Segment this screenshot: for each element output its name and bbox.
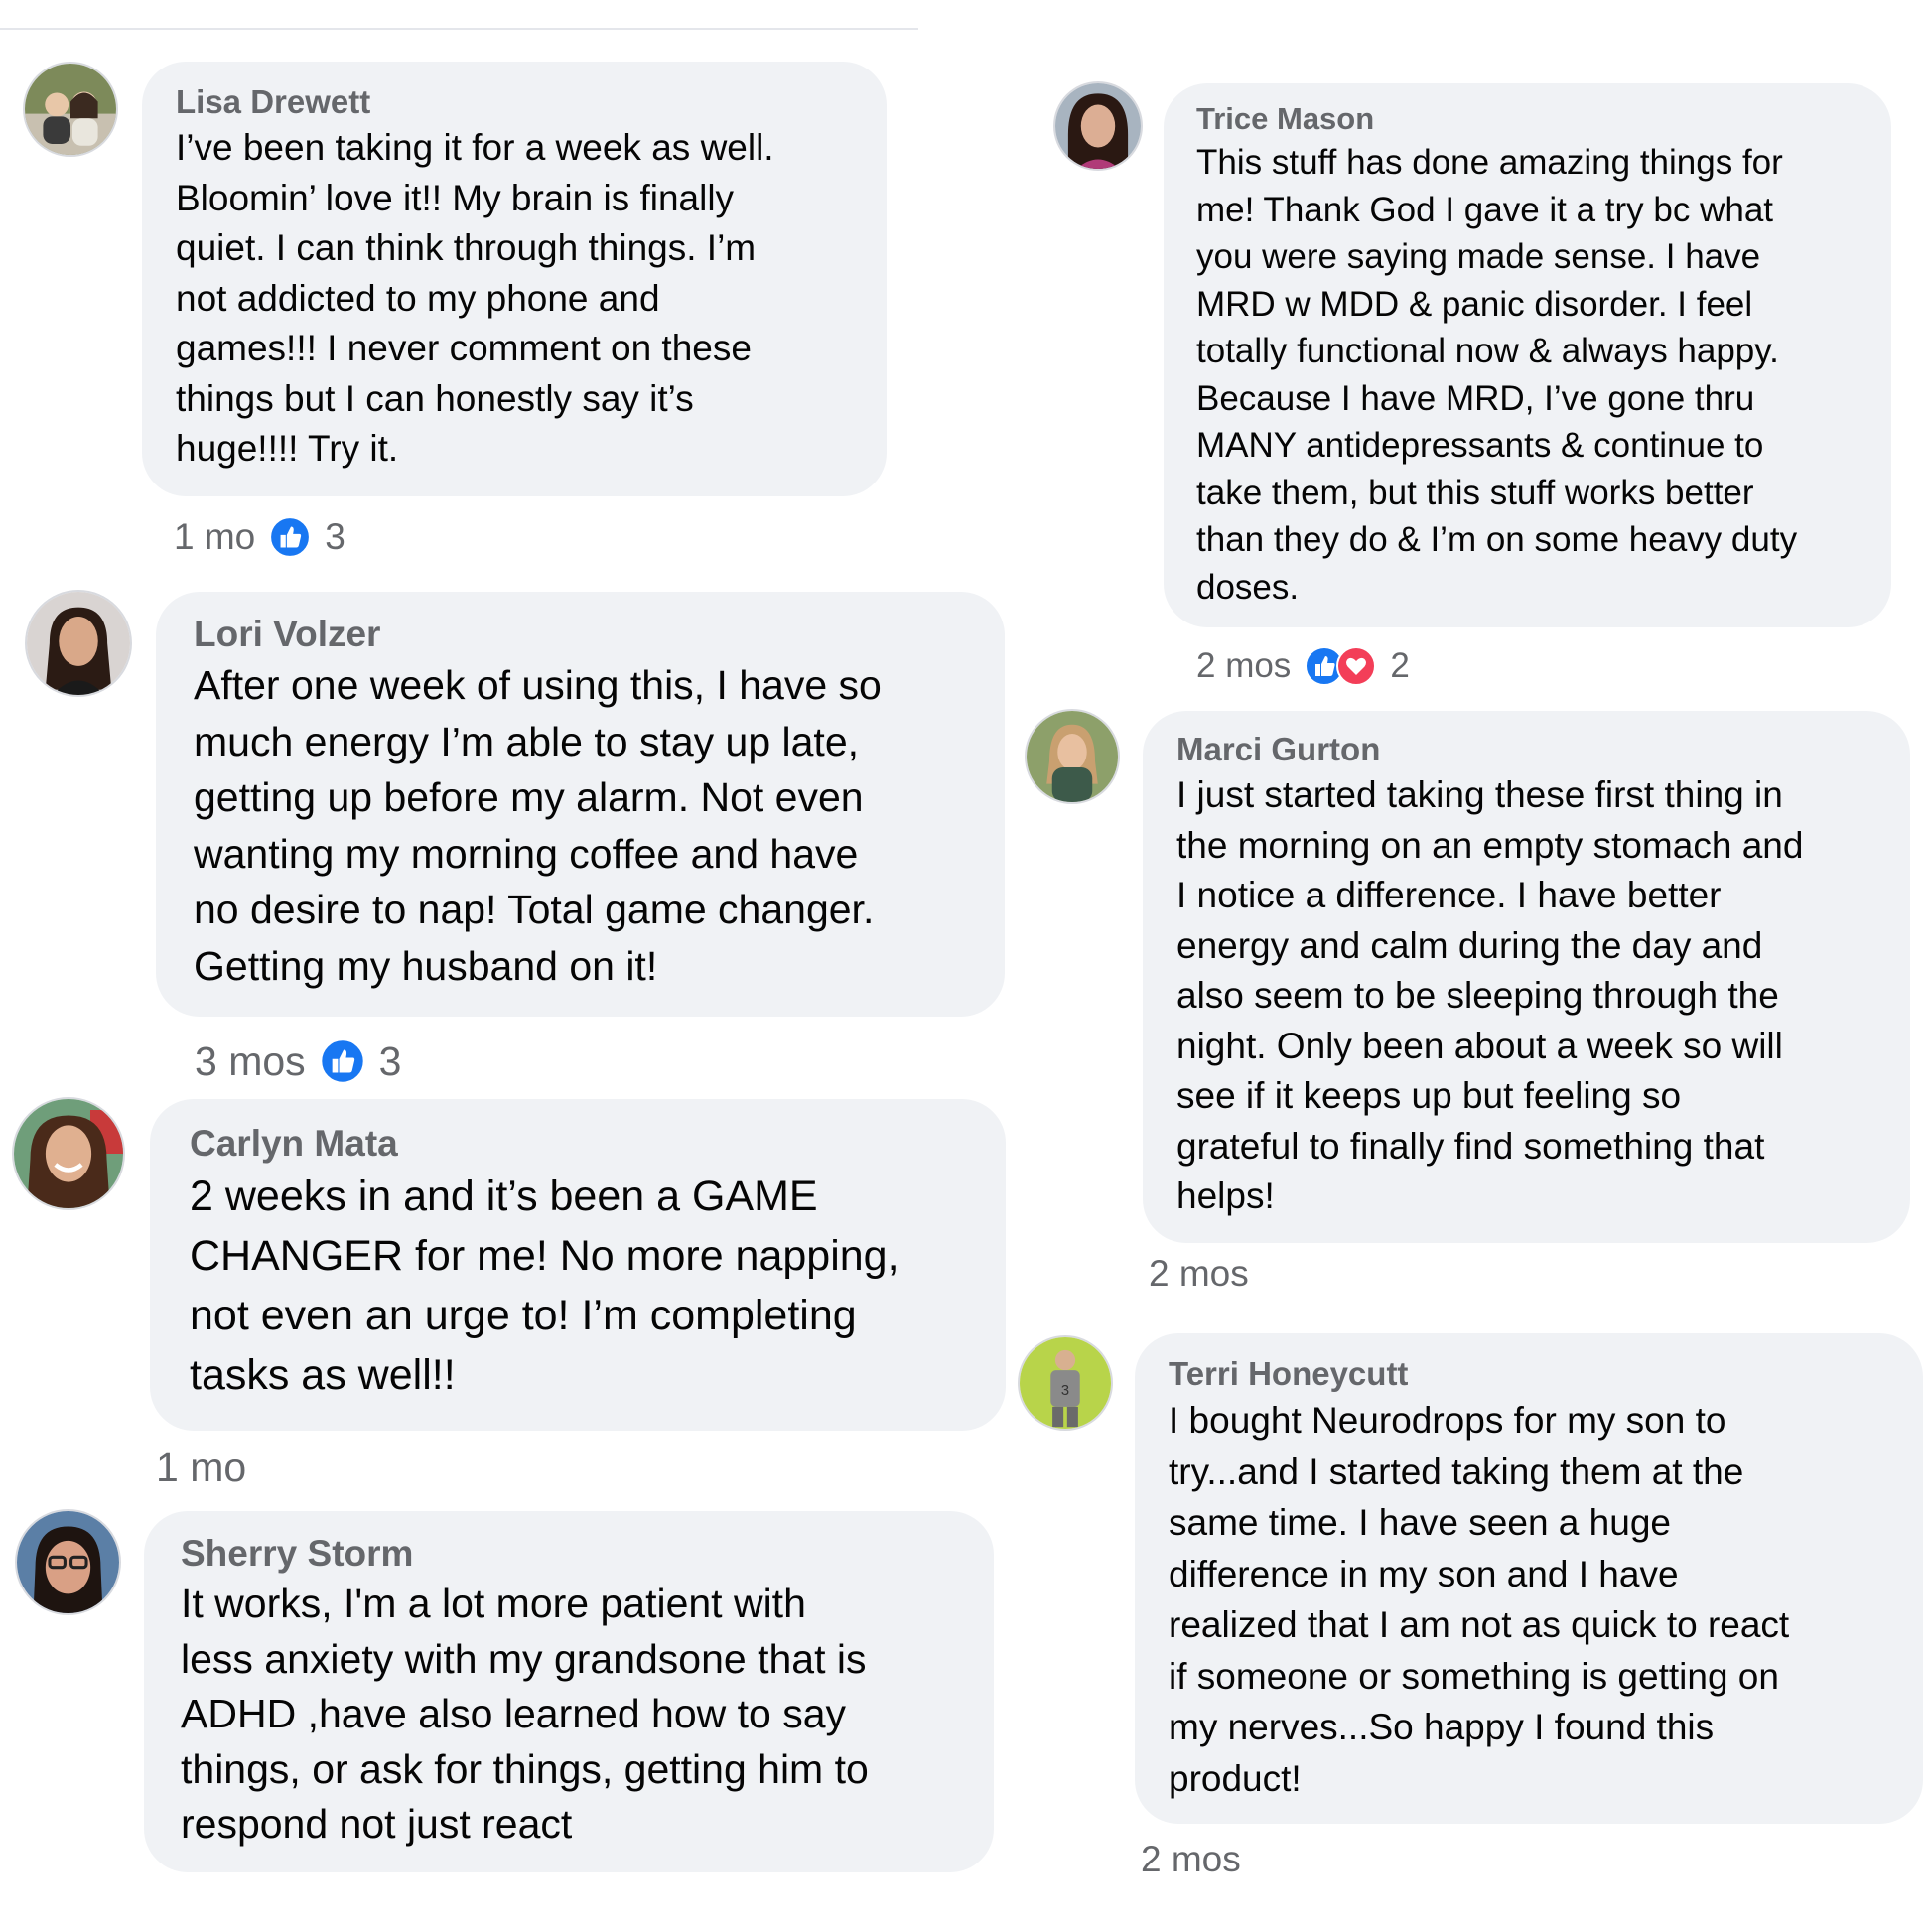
reaction-count[interactable]: 3 <box>379 1038 402 1085</box>
comment-author[interactable]: Trice Mason <box>1196 99 1863 139</box>
comment-bubble: Trice Mason This stuff has done amazing … <box>1164 83 1891 627</box>
comment-meta: 2 mos 2 <box>1196 643 1410 689</box>
comment-time[interactable]: 3 mos <box>195 1038 306 1085</box>
avatar[interactable] <box>1027 711 1118 802</box>
comment-text: After one week of using this, I have so … <box>194 662 882 989</box>
comment-text: I just started taking these first thing … <box>1176 774 1804 1216</box>
comment-author[interactable]: Sherry Storm <box>181 1531 958 1577</box>
comment-text: I’ve been taking it for a week as well. … <box>176 127 774 469</box>
avatar[interactable] <box>17 1511 119 1613</box>
comment-time[interactable]: 2 mos <box>1141 1839 1241 1880</box>
avatar[interactable] <box>1055 83 1141 169</box>
comment-meta: 2 mos <box>1149 1251 1249 1297</box>
love-reaction-icon[interactable] <box>1336 646 1377 686</box>
svg-text:3: 3 <box>1061 1383 1069 1399</box>
comment-author[interactable]: Terri Honeycutt <box>1169 1353 1895 1395</box>
comment-time[interactable]: 2 mos <box>1196 646 1291 686</box>
reaction-count[interactable]: 3 <box>325 516 345 558</box>
comment-author[interactable]: Carlyn Mata <box>190 1121 974 1167</box>
comment-meta: 2 mos <box>1141 1837 1241 1882</box>
avatar[interactable] <box>25 64 116 155</box>
comment-author[interactable]: Marci Gurton <box>1176 729 1886 770</box>
like-reaction-icon[interactable] <box>269 516 312 558</box>
reaction-count[interactable]: 2 <box>1390 646 1409 686</box>
comment-meta: 1 mo 3 <box>174 514 345 560</box>
like-reaction-icon[interactable] <box>319 1038 365 1084</box>
comment-bubble: Lisa Drewett I’ve been taking it for a w… <box>142 62 887 496</box>
comment-bubble: Marci Gurton I just started taking these… <box>1143 711 1910 1243</box>
comment-text: I bought Neurodrops for my son to try...… <box>1169 1400 1790 1799</box>
comment-text: It works, I'm a lot more patient with le… <box>181 1581 869 1847</box>
top-divider <box>0 28 918 30</box>
comment-time[interactable]: 1 mo <box>156 1445 246 1491</box>
comment-time[interactable]: 2 mos <box>1149 1253 1249 1295</box>
comment-bubble: Terri Honeycutt I bought Neurodrops for … <box>1135 1333 1923 1824</box>
comment-text: 2 weeks in and it’s been a GAME CHANGER … <box>190 1173 899 1399</box>
comment-text: This stuff has done amazing things for m… <box>1196 143 1798 607</box>
comment-time[interactable]: 1 mo <box>174 516 255 558</box>
comment-author[interactable]: Lori Volzer <box>194 612 968 657</box>
comment-meta: 3 mos 3 <box>195 1036 401 1086</box>
comment-meta: 1 mo <box>156 1443 246 1492</box>
comment-bubble: Carlyn Mata 2 weeks in and it’s been a G… <box>150 1099 1006 1431</box>
avatar[interactable]: 3 <box>1020 1337 1111 1429</box>
comment-bubble: Lori Volzer After one week of using this… <box>156 592 1005 1017</box>
comment-author[interactable]: Lisa Drewett <box>176 81 853 123</box>
avatar[interactable] <box>27 592 130 695</box>
comment-bubble: Sherry Storm It works, I'm a lot more pa… <box>144 1511 994 1872</box>
avatar[interactable] <box>14 1099 123 1208</box>
